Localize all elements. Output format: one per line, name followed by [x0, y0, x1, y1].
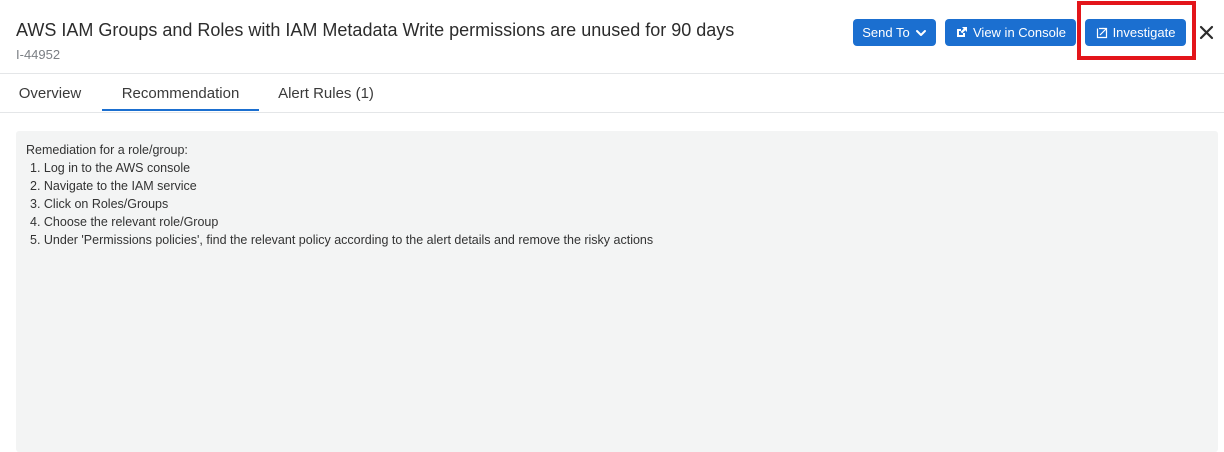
tab-bar: Overview Recommendation Alert Rules (1) — [0, 74, 1224, 113]
close-icon[interactable] — [1198, 24, 1215, 41]
tab-recommendation[interactable]: Recommendation — [102, 74, 259, 113]
page-title: AWS IAM Groups and Roles with IAM Metada… — [16, 20, 735, 40]
recommendation-step: 3. Click on Roles/Groups — [30, 197, 169, 211]
alert-header: AWS IAM Groups and Roles with IAM Metada… — [0, 0, 1224, 74]
investigate-highlight-box — [1077, 1, 1196, 60]
recommendation-text: Remediation for a role/group: 1. Log in … — [26, 141, 653, 249]
send-to-button[interactable]: Send To — [853, 19, 936, 46]
recommendation-step: 4. Choose the relevant role/Group — [30, 215, 219, 229]
recommendation-step: 1. Log in to the AWS console — [30, 161, 191, 175]
recommendation-step: 2. Navigate to the IAM service — [30, 179, 197, 193]
recommendation-step: 5. Under 'Permissions policies', find th… — [30, 233, 654, 247]
view-in-console-label: View in Console — [973, 25, 1066, 40]
tab-overview[interactable]: Overview — [0, 74, 100, 113]
chevron-down-icon — [915, 27, 927, 39]
send-to-label: Send To — [862, 25, 910, 40]
external-link-icon — [955, 26, 968, 39]
tab-alert-rules[interactable]: Alert Rules (1) — [259, 74, 393, 113]
recommendation-panel: Remediation for a role/group: 1. Log in … — [16, 131, 1218, 452]
recommendation-heading: Remediation for a role/group: — [26, 143, 188, 157]
view-in-console-button[interactable]: View in Console — [945, 19, 1076, 46]
active-tab-indicator — [102, 109, 259, 111]
alert-id: I-44952 — [16, 47, 61, 62]
